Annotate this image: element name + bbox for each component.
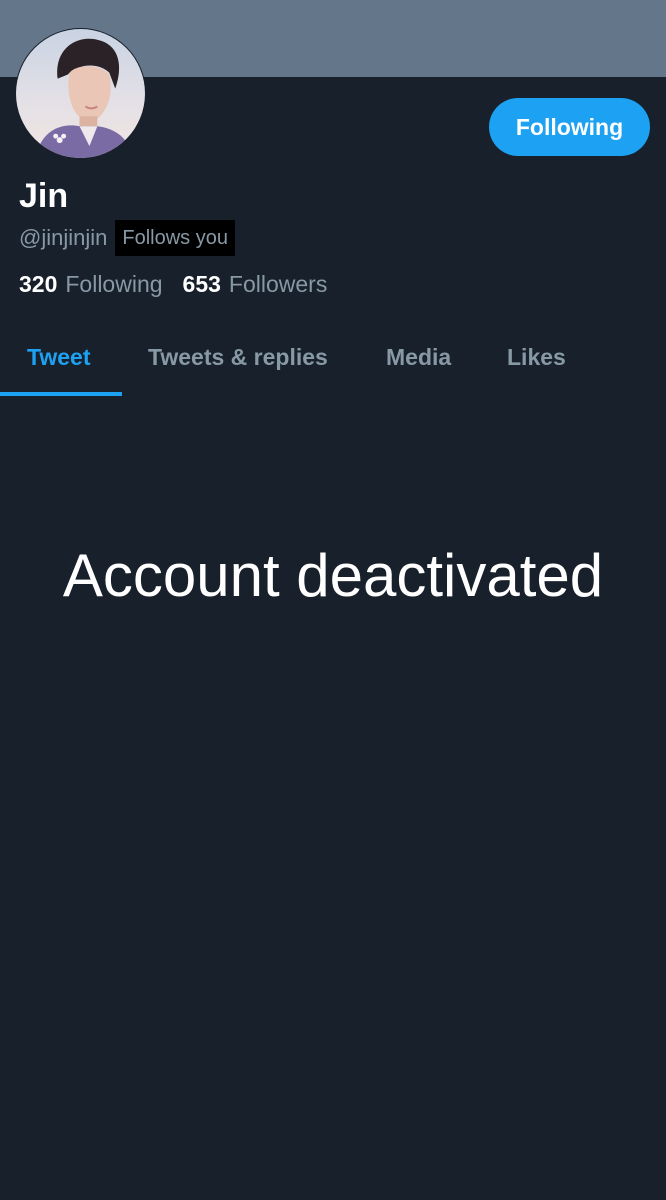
avatar-photo — [16, 29, 145, 158]
user-handle: @jinjinjin — [19, 225, 108, 250]
tab-likes[interactable]: Likes — [507, 322, 566, 392]
followers-count[interactable]: 653 — [183, 268, 221, 300]
following-label[interactable]: Following — [65, 268, 162, 300]
follows-you-badge: Follows you — [115, 220, 235, 256]
tab-media[interactable]: Media — [386, 322, 451, 392]
profile-tabs: Tweet Tweets & replies Media Likes — [0, 322, 666, 396]
avatar[interactable] — [15, 28, 146, 159]
profile-page: Following Jin @jinjinjin Follows you 320… — [0, 0, 666, 1200]
following-button[interactable]: Following — [489, 98, 650, 156]
following-count[interactable]: 320 — [19, 268, 57, 300]
follow-stats: 320 Following 653 Followers — [19, 268, 327, 300]
handle-row: @jinjinjin Follows you — [19, 220, 235, 256]
account-deactivated-message: Account deactivated — [62, 542, 604, 609]
tab-tweets-and-replies[interactable]: Tweets & replies — [148, 322, 328, 392]
tab-tweet[interactable]: Tweet — [27, 322, 90, 392]
display-name: Jin — [19, 177, 69, 215]
followers-label[interactable]: Followers — [229, 268, 327, 300]
active-tab-indicator — [0, 392, 122, 396]
